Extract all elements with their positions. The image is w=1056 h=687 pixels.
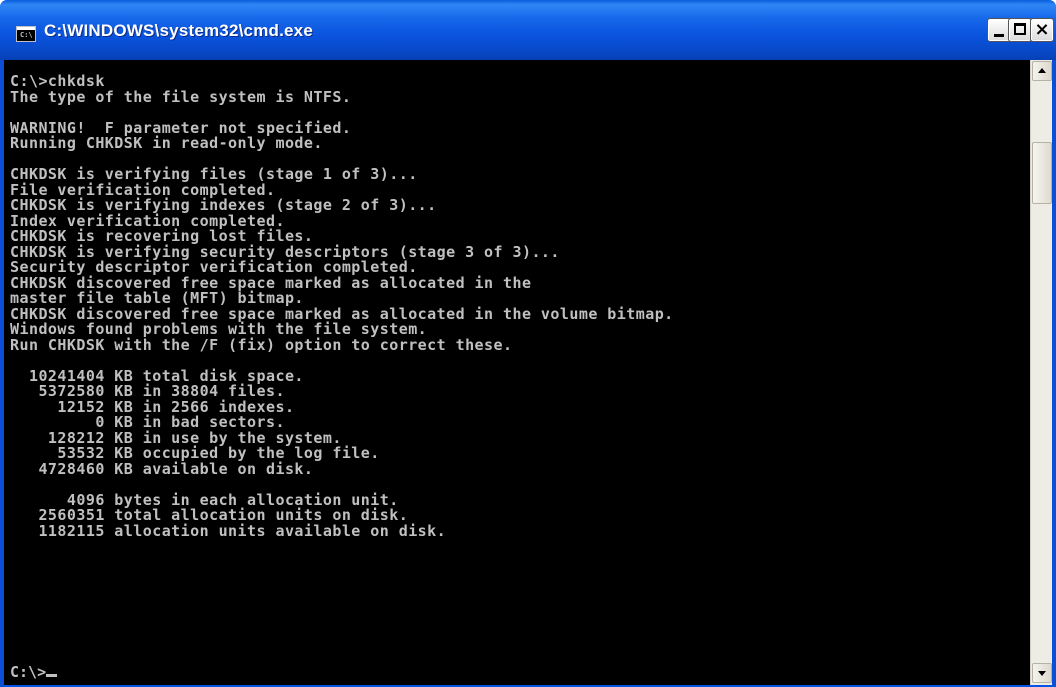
text-cursor	[46, 674, 58, 677]
console-line: The type of the file system is NTFS.	[10, 87, 352, 106]
scroll-up-button[interactable]	[1032, 61, 1052, 81]
scroll-down-button[interactable]	[1032, 663, 1052, 683]
window-title: C:\WINDOWS\system32\cmd.exe	[44, 21, 313, 40]
prompt-text: C:\>	[10, 663, 47, 681]
cmd-window: C:\ C:\WINDOWS\system32\cmd.exe × C:\>ch…	[0, 0, 1056, 687]
command-prompt[interactable]: C:\>	[10, 663, 58, 681]
window-border-right	[1052, 60, 1056, 687]
minimize-button[interactable]	[987, 18, 1011, 42]
arrow-up-icon	[1038, 68, 1046, 73]
title-bar[interactable]: C:\ C:\WINDOWS\system32\cmd.exe ×	[0, 0, 1056, 60]
console-lines: C:\>chkdsk The type of the file system i…	[10, 73, 674, 540]
minimize-icon	[994, 34, 1004, 37]
arrow-down-icon	[1038, 671, 1046, 676]
console-line: Running CHKDSK in read-only mode.	[10, 134, 323, 152]
maximize-button[interactable]	[1008, 18, 1032, 42]
console-icon-label: C:\	[20, 31, 33, 39]
maximize-icon	[1014, 23, 1026, 35]
console-line: Run CHKDSK with the /F (fix) option to c…	[10, 335, 513, 354]
console-line: 4728460 KB available on disk.	[10, 459, 314, 478]
console-icon[interactable]: C:\	[16, 26, 36, 42]
close-button[interactable]: ×	[1030, 18, 1054, 42]
console-output[interactable]: C:\>chkdsk The type of the file system i…	[4, 60, 1030, 685]
scrollbar-thumb[interactable]	[1032, 142, 1052, 204]
console-line: 1182115 allocation units available on di…	[10, 521, 447, 540]
vertical-scrollbar[interactable]	[1030, 60, 1052, 685]
close-icon: ×	[1034, 19, 1050, 40]
